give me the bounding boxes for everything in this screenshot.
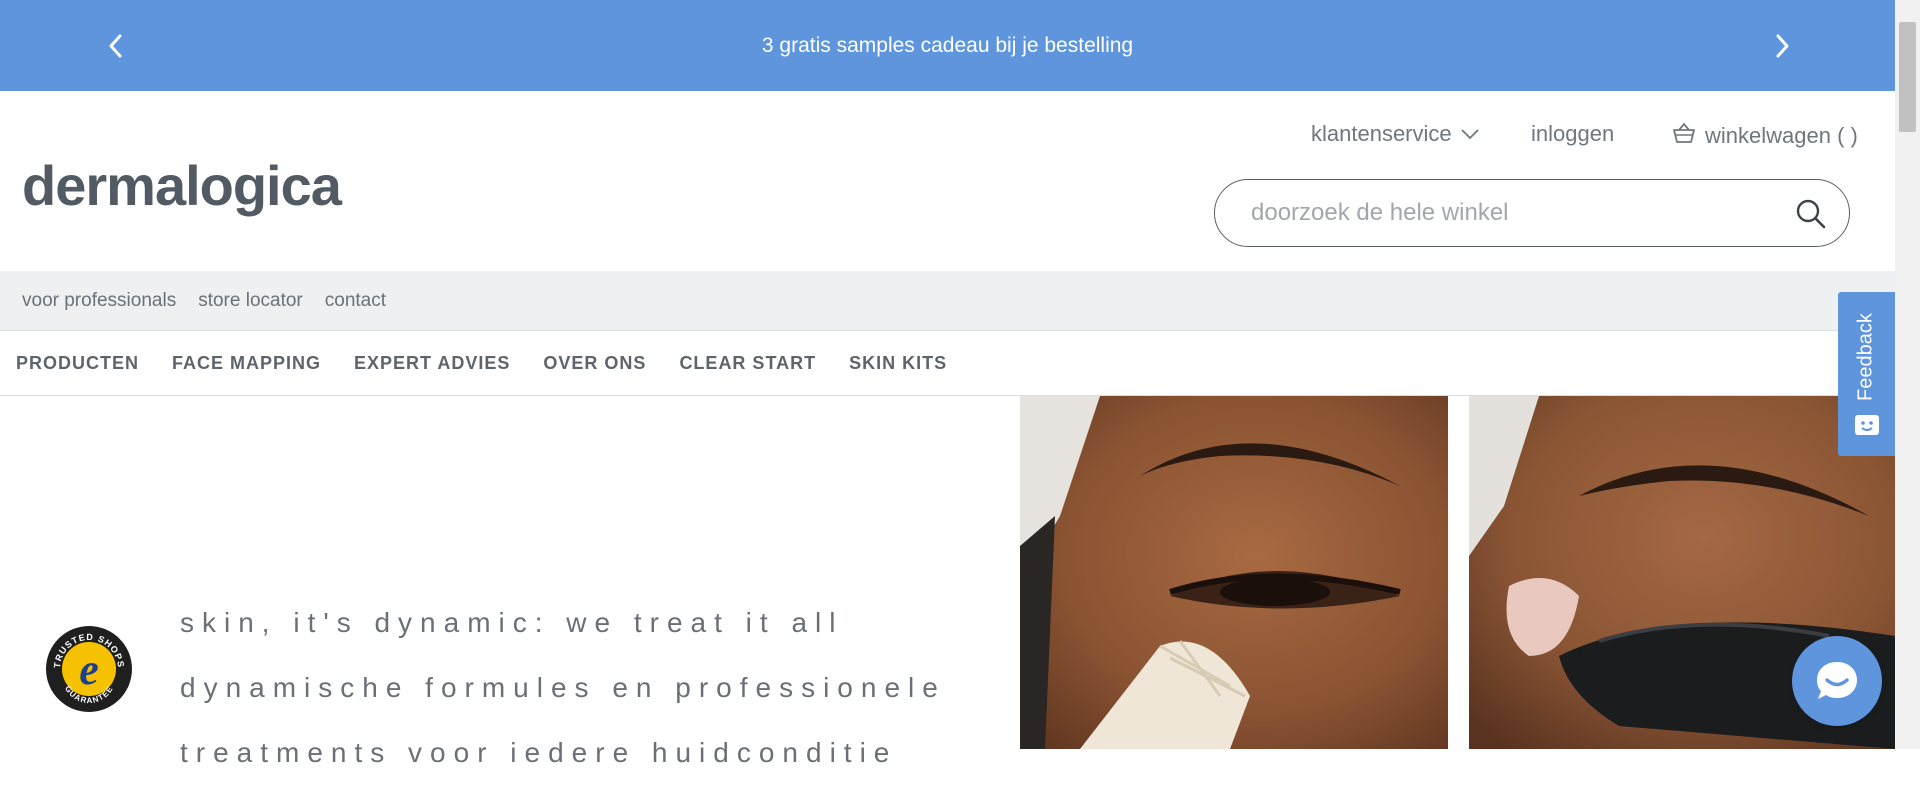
nav-item-producten[interactable]: PRODUCTEN (16, 353, 139, 374)
customer-service-label: klantenservice (1311, 121, 1452, 146)
dermalogica-logo[interactable]: dermalogica (22, 153, 342, 218)
subnav-item-professionals[interactable]: voor professionals (22, 290, 176, 312)
subnav-item-store-locator[interactable]: store locator (198, 290, 303, 312)
trusted-shops-badge[interactable]: e TRUSTED SHOPS GUARANTEE (44, 624, 134, 714)
chevron-down-icon (1460, 121, 1480, 147)
hero-text: skin, it's dynamic: we treat it all dyna… (180, 590, 1000, 785)
site-header: dermalogica klantenservice inloggen wink… (0, 91, 1895, 271)
nav-item-face-mapping[interactable]: FACE MAPPING (172, 353, 321, 374)
nav-item-clear-start[interactable]: CLEAR START (679, 353, 816, 374)
main-nav: PRODUCTEN FACE MAPPING EXPERT ADVIES OVE… (0, 331, 1895, 396)
search-icon[interactable] (1795, 198, 1827, 230)
nav-item-over-ons[interactable]: OVER ONS (543, 353, 646, 374)
promo-text: 3 gratis samples cadeau bij je bestellin… (761, 33, 1134, 57)
hero-line: dynamische formules en professionele (180, 672, 946, 703)
secondary-nav: voor professionals store locator contact (0, 271, 1895, 331)
nav-item-expert-advies[interactable]: EXPERT ADVIES (354, 353, 510, 374)
hero-line: skin, it's dynamic: we treat it all (180, 607, 844, 638)
search-bar (1214, 179, 1850, 247)
customer-service-link[interactable]: klantenservice (1311, 121, 1480, 147)
svg-text:e: e (79, 645, 99, 694)
feedback-smiley-icon (1854, 414, 1880, 443)
subnav-item-contact[interactable]: contact (325, 290, 386, 312)
page-scrollbar[interactable] (1895, 0, 1920, 749)
promo-bar: 3 gratis samples cadeau bij je bestellin… (0, 0, 1895, 91)
nav-item-skin-kits[interactable]: SKIN KITS (849, 353, 947, 374)
basket-icon (1671, 121, 1697, 151)
cart-link[interactable]: winkelwagen ( ) (1671, 121, 1858, 151)
hero-photo-eye-brush (1020, 396, 1448, 749)
login-label: inloggen (1531, 121, 1615, 146)
feedback-label: Feedback (1854, 313, 1877, 401)
promo-next-chevron-right-icon[interactable] (1762, 26, 1802, 66)
chat-bubble-icon (1814, 658, 1860, 709)
search-input[interactable] (1249, 198, 1773, 228)
scrollbar-thumb[interactable] (1899, 22, 1916, 132)
login-link[interactable]: inloggen (1531, 121, 1614, 147)
promo-prev-chevron-left-icon[interactable] (96, 26, 136, 66)
cart-label: winkelwagen ( ) (1705, 123, 1858, 148)
feedback-tab[interactable]: Feedback (1838, 292, 1895, 456)
chat-button[interactable] (1792, 636, 1882, 726)
hero-line: treatments voor iedere huidconditie (180, 737, 898, 768)
